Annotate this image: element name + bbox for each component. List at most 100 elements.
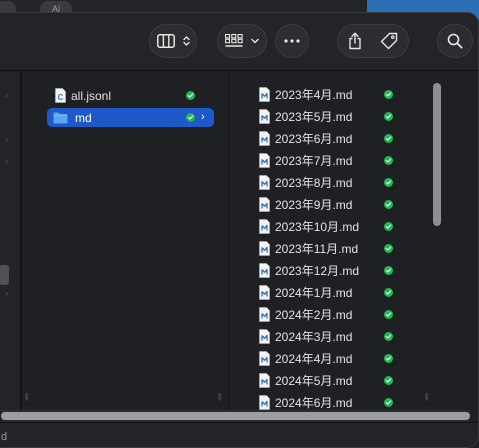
sync-status-icon [384,90,393,99]
markdown-file-icon [259,241,270,256]
file-row[interactable]: 2023年12月.md [259,261,419,280]
sync-status-icon [384,398,393,407]
sync-status-icon [384,288,393,297]
file-row[interactable]: 2024年4月.md [259,349,419,368]
folder-icon [53,112,68,123]
markdown-file-icon [259,175,270,190]
more-icon [284,39,300,43]
file-name: 2024年3月.md [275,330,353,344]
file-name: 2023年9月.md [275,198,353,212]
vertical-scrollbar-thumb[interactable] [433,83,441,226]
file-row[interactable]: 2023年11月.md [259,239,419,258]
sync-status-icon [384,244,393,253]
file-name: 2024年5月.md [275,374,353,388]
file-name: 2024年2月.md [275,308,353,322]
column-resize-handle[interactable]: || [25,392,28,401]
json-file-icon: C [55,88,66,103]
column-resize-handle[interactable]: || [425,392,428,401]
sync-status-icon [186,91,195,100]
markdown-file-icon [259,329,270,344]
column-resize-handle[interactable]: || [218,392,221,401]
file-name: 2024年1月.md [275,286,353,300]
sync-status-icon [384,112,393,121]
markdown-file-icon [259,395,270,410]
file-row[interactable]: 2023年5月.md [259,107,419,126]
markdown-file-icon [259,109,270,124]
file-name: 2023年5月.md [275,110,353,124]
markdown-file-icon [259,87,270,102]
file-row[interactable]: 2024年1月.md [259,283,419,302]
horizontal-scrollbar-thumb[interactable] [1,412,470,420]
share-icon [349,32,361,50]
tag-button[interactable] [380,32,398,50]
sync-status-icon [384,156,393,165]
sidebar-chevron-icon[interactable]: › [5,288,8,298]
file-name: 2023年10月.md [275,220,360,234]
file-name: 2023年8月.md [275,176,353,190]
file-name: 2023年11月.md [275,242,359,256]
markdown-file-icon [259,373,270,388]
file-name: 2023年6月.md [275,132,353,146]
file-name: 2023年12月.md [275,264,360,278]
markdown-file-icon [259,197,270,212]
search-icon [447,33,463,49]
file-row[interactable]: 2023年6月.md [259,129,419,148]
file-name: 2023年7月.md [275,154,353,168]
toolbar [0,13,478,71]
sync-status-icon [384,178,393,187]
finder-window: › › › › || C all.jsonl md › || 2023年4月.m… [0,12,479,448]
more-button[interactable] [275,24,309,58]
group-grid-icon [225,34,243,47]
column-divider [21,72,22,412]
column-divider [228,72,229,412]
file-name: all.jsonl [71,88,112,103]
file-row[interactable]: 2024年5月.md [259,371,419,390]
markdown-file-icon [259,153,270,168]
sync-status-icon [384,222,393,231]
sync-status-icon [384,332,393,341]
markdown-file-icon [259,285,270,300]
file-row-all-jsonl[interactable]: C all.jsonl [47,86,214,105]
file-row[interactable]: 2023年4月.md [259,85,419,104]
sync-status-icon [384,310,393,319]
file-row[interactable]: 2023年9月.md [259,195,419,214]
svg-text:C: C [58,93,64,102]
sync-status-icon [384,134,393,143]
sync-status-icon [384,266,393,275]
sidebar-scroll-thumb[interactable] [0,265,9,285]
columns-view-icon [156,34,175,48]
sidebar: › › › › [0,72,21,412]
file-name: 2023年4月.md [275,88,353,102]
sidebar-chevron-icon[interactable]: › [5,90,8,100]
sidebar-chevron-icon[interactable]: › [5,134,8,144]
chevron-updown-icon [182,36,190,46]
search-button[interactable] [437,24,473,58]
folder-name: md [75,110,92,125]
horizontal-scrollbar[interactable] [1,410,470,422]
chevron-right-icon: › [201,111,205,123]
file-row[interactable]: 2024年2月.md [259,305,419,324]
sync-status-icon [384,354,393,363]
sync-status-icon [186,113,195,122]
file-name: 2024年4月.md [275,352,353,366]
share-button[interactable] [348,32,362,50]
markdown-file-icon [259,219,270,234]
sync-status-icon [384,376,393,385]
file-row[interactable]: 2023年7月.md [259,151,419,170]
folder-row-md[interactable]: md › [47,108,214,127]
sidebar-chevron-icon[interactable]: › [5,156,8,166]
markdown-file-icon [259,131,270,146]
markdown-file-icon [259,263,270,278]
group-button[interactable] [217,24,267,58]
file-row[interactable]: 2023年10月.md [259,217,419,236]
file-row[interactable]: 2024年3月.md [259,327,419,346]
file-row[interactable]: 2023年8月.md [259,173,419,192]
chevron-down-icon [251,38,259,44]
markdown-file-icon [259,351,270,366]
markdown-file-icon [259,307,270,322]
file-name: 2024年6月.md [275,396,353,410]
status-bar: d [0,422,478,447]
view-mode-button[interactable] [149,24,197,58]
share-tag-group [337,24,409,58]
sync-status-icon [384,200,393,209]
